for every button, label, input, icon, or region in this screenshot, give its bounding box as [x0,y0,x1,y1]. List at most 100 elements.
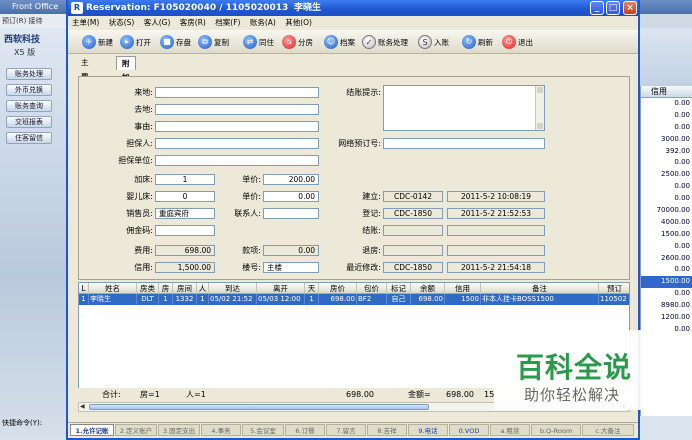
tab-affairs[interactable]: 4.事务 [201,424,241,436]
grid-cell: 非本人挂卡BOSS1500 [481,294,599,305]
close-button[interactable]: × [623,1,637,15]
open-button[interactable]: ▸ 打开 [120,34,151,50]
side-button-currency-exchange[interactable]: 外币兑换 [6,84,52,96]
grid-header-cell[interactable]: 房间 [173,283,197,294]
credit-column-cell: 2600.00 [661,253,690,262]
side-button-account-query[interactable]: 账务查询 [6,100,52,112]
guarantor-unit-field[interactable] [155,155,319,166]
tab-dining[interactable]: 6.订餐 [285,424,325,436]
registered-label: 登记: [362,209,381,218]
extra-bed-field[interactable]: 1 [155,174,215,185]
crib-price-field[interactable]: 0.00 [263,191,319,202]
refresh-button[interactable]: ↻ 刷新 [462,34,493,50]
menu-main[interactable]: 主单(M) [72,18,99,27]
scroll-left-arrow-icon[interactable]: ◀ [80,404,85,410]
building-label: 楼号: [242,263,261,272]
menu-profile[interactable]: 档案(F) [215,18,240,27]
building-field[interactable]: 主楼 [263,262,319,273]
minimize-button[interactable]: _ [590,1,604,15]
tab-fixed-expense[interactable]: 3.固定支出 [158,424,200,436]
item-field: 0.00 [263,245,319,256]
commission-field[interactable] [155,225,215,236]
crib-field[interactable]: 0 [155,191,215,202]
checkout-hint-field[interactable] [383,85,545,131]
background-sidebar: 西软科技 X5 版 账务处理 外币兑换 账务查询 交班报表 住客留信 [0,28,68,440]
tab-big-remark[interactable]: c.大备注 [582,424,634,436]
extra-bed-price-label: 单价: [242,175,261,184]
tab-q-room[interactable]: b.Q-Room [531,424,581,436]
cost-label: 费用: [134,246,153,255]
checkout-hint-scrollbar[interactable] [535,86,544,130]
totals-credit: 15 [484,390,495,399]
open-icon: ▸ [120,35,134,49]
tab-meeting-room[interactable]: 5.会议室 [242,424,284,436]
maximize-button[interactable]: □ [606,1,620,15]
online-booking-field[interactable] [383,138,545,149]
grid-header-cell[interactable]: 包价 [357,283,387,294]
menu-status[interactable]: 状态(S) [109,18,135,27]
tab-vod[interactable]: 0.VOD [449,424,489,436]
grid-header-cell[interactable]: 人 [197,283,209,294]
grid-header-cell[interactable]: 房 [159,283,173,294]
guarantor-field[interactable] [155,138,319,149]
totals-rooms: 房=1 [140,390,160,399]
account-process-button[interactable]: ✓ 账务处理 [362,34,408,50]
grid-cell: 698.00 [319,294,357,305]
tab-main-info[interactable]: 主要信息 [76,56,94,109]
grid-header-cell[interactable]: 预订 [599,283,629,294]
grid-header-cell[interactable]: L [79,283,89,294]
toolbar: + 新建 ▸ 打开 ■ 存盘 ⧉ 复制 ⇄ 同住 ⌂ 分房 ☺ 档案 ✓ 账务处理 S 入账 ↻ 刷… [68,30,638,54]
assign-room-button[interactable]: ⌂ 分房 [282,34,313,50]
window-titlebar[interactable]: R Reservation: F105020040 / 1105020013 李… [68,0,638,16]
tab-additional-info[interactable]: 附加信息 [116,56,136,110]
table-row[interactable]: 1 李晓生 DLT 1 1332 1 05/02 21:52 05/03 12:… [79,294,629,305]
grid-header-cell[interactable]: 姓名 [89,283,137,294]
menu-guest[interactable]: 客人(G) [144,18,171,27]
side-button-shift-report[interactable]: 交班报表 [6,116,52,128]
exit-button[interactable]: ⏻ 退出 [502,34,533,50]
side-button-guest-message[interactable]: 住客留信 [6,132,52,144]
profile-button[interactable]: ☺ 档案 [324,34,355,50]
menu-other[interactable]: 其他(O) [285,18,312,27]
grid-header-cell[interactable]: 天 [305,283,319,294]
grid-header-cell[interactable]: 房类 [137,283,159,294]
new-button[interactable]: + 新建 [82,34,113,50]
scrollbar-thumb[interactable] [89,404,429,410]
contact-field[interactable] [263,208,319,219]
from-field[interactable] [155,87,319,98]
grid-header-cell[interactable]: 离开 [257,283,305,294]
grid-header-cell[interactable]: 信用 [445,283,481,294]
sales-field[interactable]: 重庭宾府 [155,208,215,219]
tab-define-account[interactable]: 2.定义账户 [115,424,157,436]
tab-message[interactable]: 7.留言 [326,424,366,436]
background-menubar[interactable]: 预订(R) 接待 [0,14,70,28]
tab-rental[interactable]: a.租赁 [490,424,530,436]
menu-account[interactable]: 账务(A) [250,18,276,27]
new-doc-icon: + [82,35,96,49]
grid-header-cell[interactable]: 房价 [319,283,357,294]
save-button[interactable]: ■ 存盘 [160,34,191,50]
menu-room[interactable]: 客房(R) [180,18,206,27]
commission-label: 佣金码: [126,226,153,235]
credit-column-cell: 8980.00 [661,301,690,310]
share-room-button[interactable]: ⇄ 同住 [243,34,274,50]
tab-lucky[interactable]: 8.吉祥 [367,424,407,436]
app-icon: R [71,2,83,14]
settled-user-field [383,225,443,236]
grid-header-cell[interactable]: 余额 [411,283,445,294]
reason-field[interactable] [155,121,319,132]
to-field[interactable] [155,104,319,115]
extra-bed-price-field[interactable]: 200.00 [263,174,319,185]
version-label: X5 版 [14,48,36,57]
registered-time-field: 2011-5-2 21:52:53 [447,208,545,219]
tab-phone[interactable]: 9.电话 [408,424,448,436]
tab-allow-posting[interactable]: 1.允许记账 [70,424,114,436]
grid-header-cell[interactable]: 备注 [481,283,599,294]
grid-cell: 698.00 [411,294,445,305]
grid-header-cell[interactable]: 标记 [387,283,411,294]
checkout-hint-label: 结账提示: [346,88,381,97]
grid-header-cell[interactable]: 到达 [209,283,257,294]
copy-button[interactable]: ⧉ 复制 [198,34,229,50]
post-button[interactable]: S 入账 [418,34,449,50]
side-button-accounting[interactable]: 账务处理 [6,68,52,80]
